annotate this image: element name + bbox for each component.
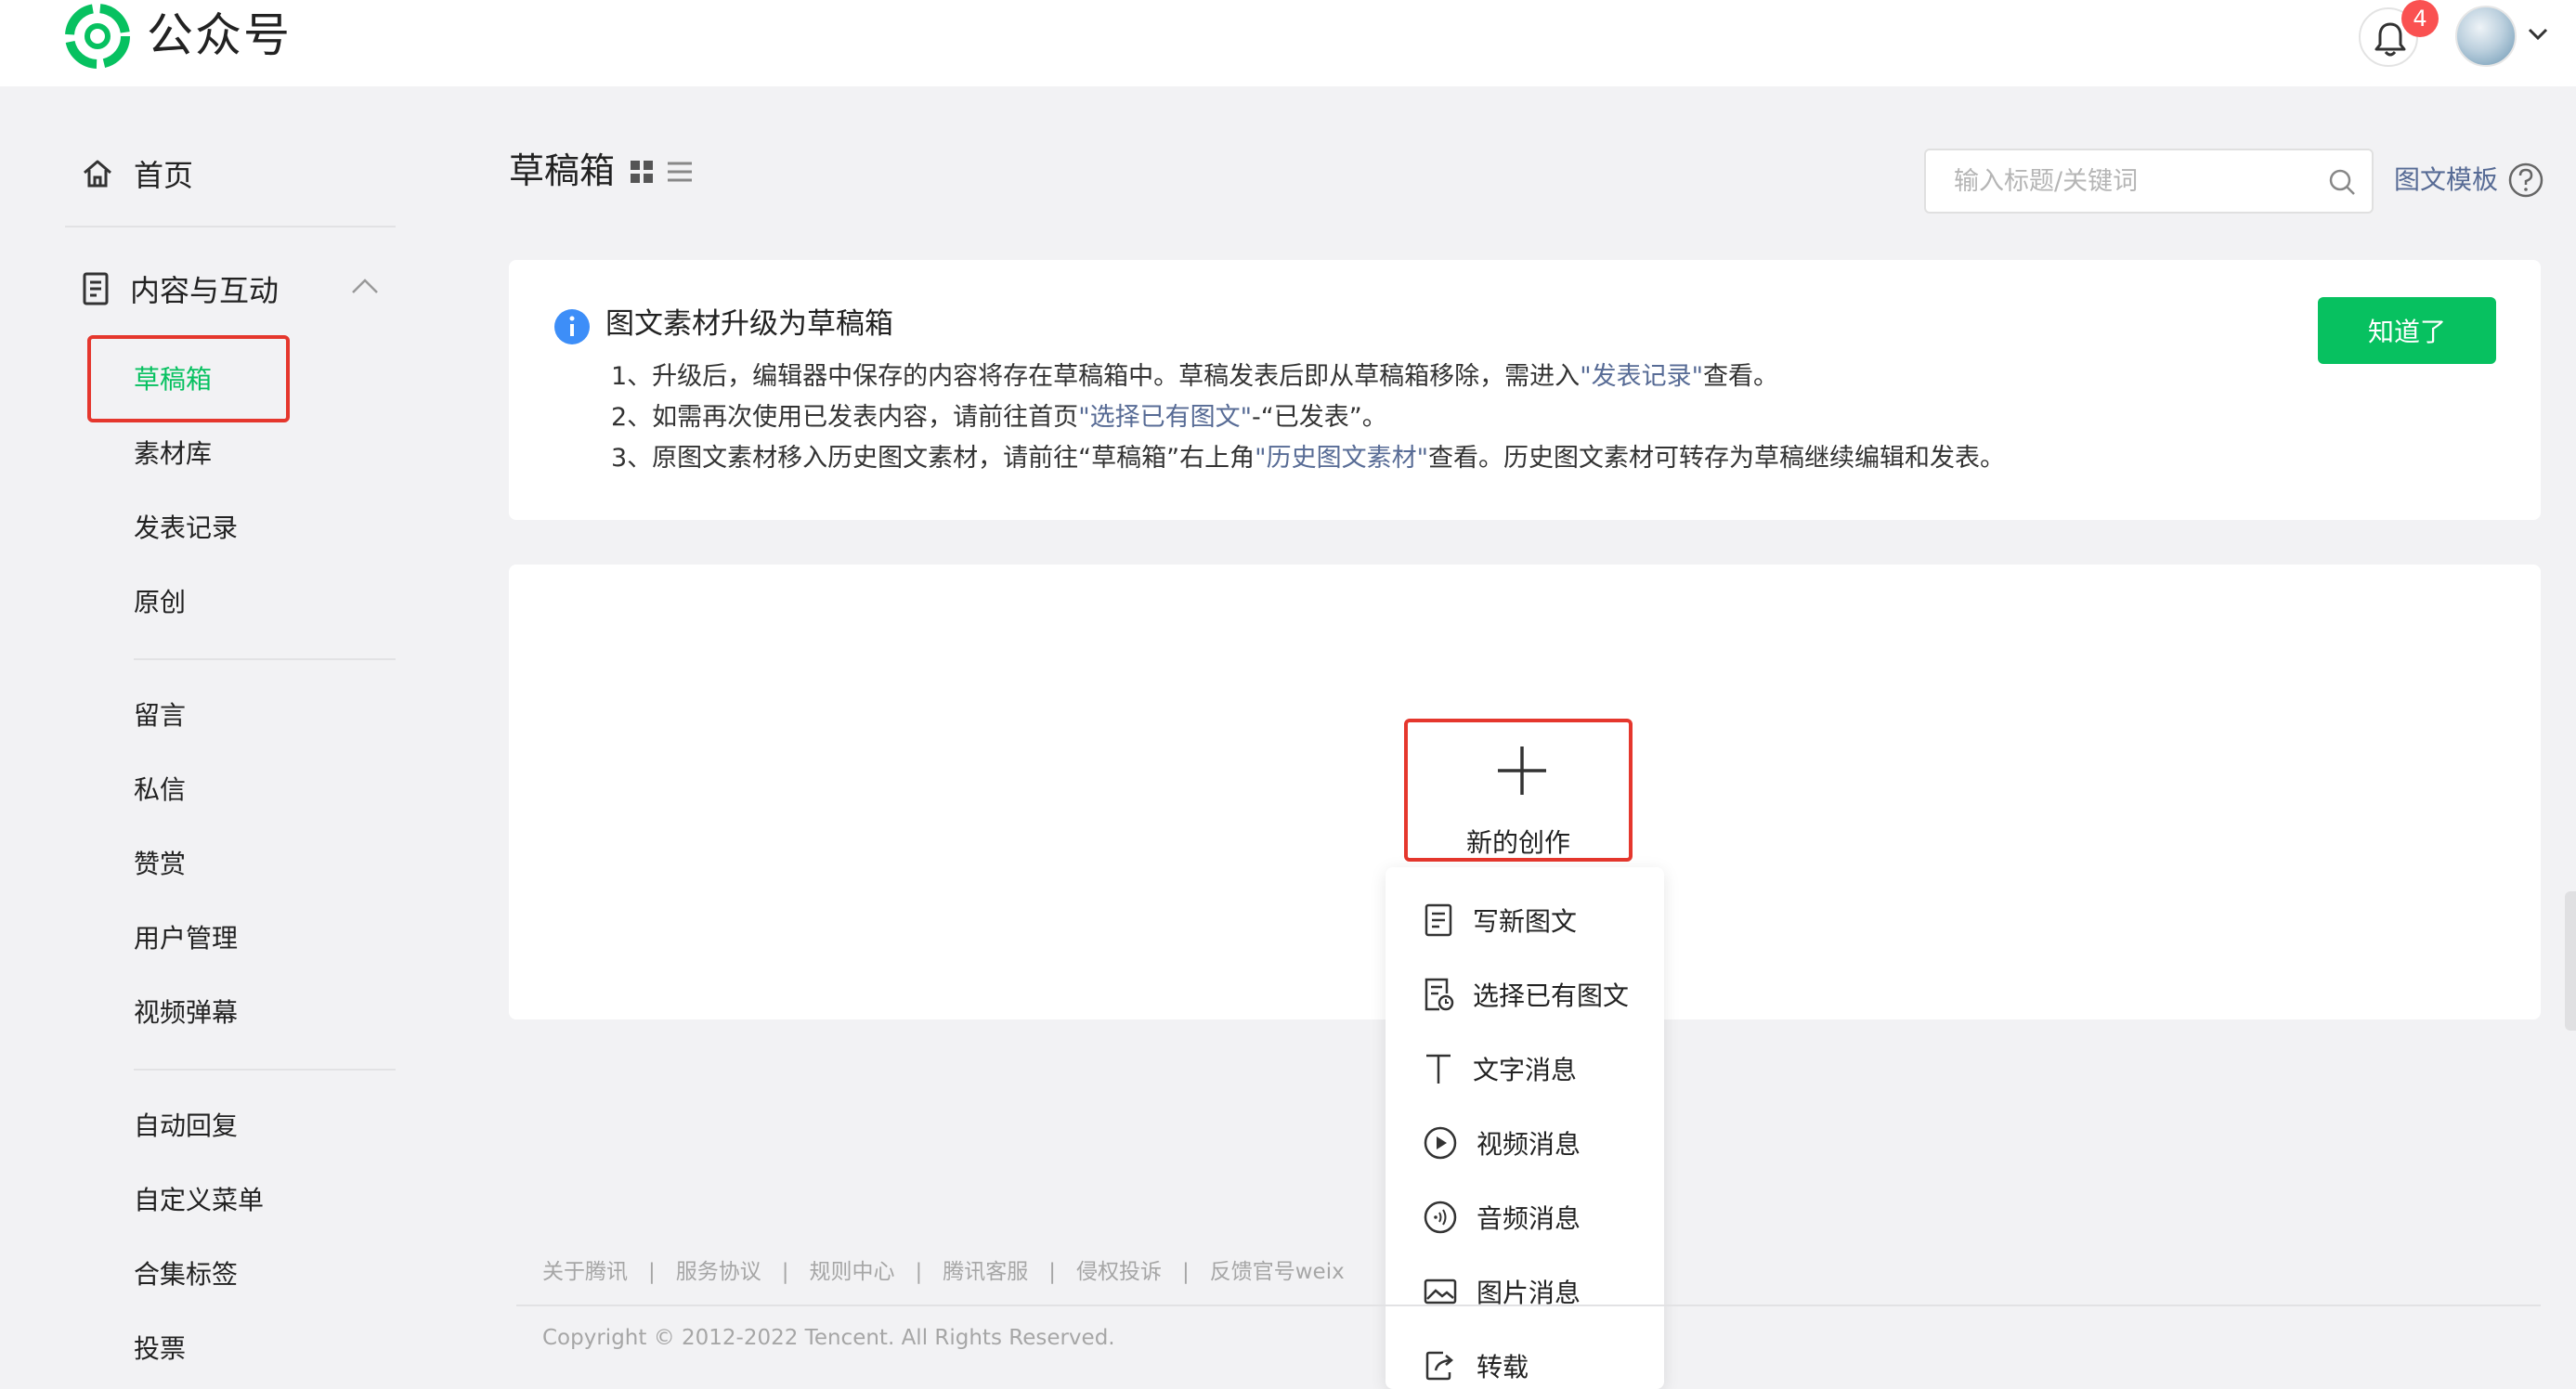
publish-history-link[interactable]: "发表记录"	[1580, 362, 1703, 391]
separator: |	[1048, 1260, 1056, 1284]
creation-menu: 写新图文 选择已有图文 文字消息 视频消息 音频消息 图片消息 转载	[1386, 867, 1664, 1389]
info-icon	[554, 309, 590, 344]
share-icon	[1425, 1351, 1453, 1381]
notice-text: -“已发表”。	[1252, 403, 1387, 432]
menu-item-label: 视频消息	[1477, 1129, 1581, 1160]
new-creation-label: 新的创作	[1465, 827, 1570, 858]
notice-text: 查看。	[1703, 362, 1779, 391]
play-icon	[1424, 1126, 1457, 1160]
top-bar: 公众号 4	[0, 0, 2576, 86]
avatar[interactable]	[2455, 6, 2517, 67]
divider	[134, 1069, 396, 1071]
footer-divider	[516, 1305, 2541, 1306]
sidebar-group-content[interactable]: 内容与互动	[82, 263, 388, 315]
doc-icon	[1425, 903, 1452, 937]
notice-line-3: 3、原图文素材移入历史图文素材，请前往“草稿箱”右上角"历史图文素材"查看。历史…	[611, 440, 2005, 477]
list-view-icon[interactable]	[667, 160, 693, 184]
sidebar-item-comments[interactable]: 留言	[134, 695, 186, 736]
drafts-highlight	[87, 335, 290, 422]
notice-text: 1、升级后，编辑器中保存的内容将存在草稿箱中。草稿发表后即从草稿箱移除，需进入	[611, 362, 1581, 391]
sidebar-item-auto-reply[interactable]: 自动回复	[134, 1106, 238, 1147]
notice-line-1: 1、升级后，编辑器中保存的内容将存在草稿箱中。草稿发表后即从草稿箱移除，需进入"…	[611, 358, 1778, 396]
separator: |	[648, 1260, 656, 1284]
text-icon	[1426, 1054, 1451, 1084]
audio-icon	[1424, 1201, 1457, 1234]
got-it-button[interactable]: 知道了	[2318, 297, 2496, 364]
menu-item-select-existing[interactable]: 选择已有图文	[1423, 971, 1629, 1018]
sidebar-item-vote[interactable]: 投票	[134, 1329, 186, 1370]
sidebar-item-publish-history[interactable]: 发表记录	[134, 508, 238, 549]
copyright: Copyright © 2012-2022 Tencent. All Right…	[542, 1326, 1115, 1350]
notice-text: 3、原图文素材移入历史图文素材，请前往“草稿箱”右上角	[611, 444, 1255, 473]
divider	[134, 658, 396, 660]
sidebar-item-original[interactable]: 原创	[134, 582, 186, 623]
sidebar-item-home[interactable]: 首页	[82, 148, 193, 200]
scrollbar[interactable]	[2565, 891, 2576, 1031]
separator: |	[1182, 1260, 1190, 1284]
chevron-down-icon[interactable]	[2528, 28, 2548, 41]
wechat-official-logo-icon[interactable]	[65, 4, 130, 69]
plus-icon	[1498, 746, 1546, 795]
divider	[65, 226, 396, 227]
menu-item-text-message[interactable]: 文字消息	[1423, 1045, 1577, 1092]
menu-item-repost[interactable]: 转载	[1423, 1343, 1529, 1389]
menu-item-label: 转载	[1477, 1352, 1529, 1383]
home-icon	[84, 160, 111, 188]
menu-item-label: 选择已有图文	[1473, 980, 1630, 1011]
sidebar: 首页 内容与互动 草稿箱 素材库 发表记录 原创 留言 私信 赞赏 用户管理 视…	[0, 86, 436, 1389]
template-link[interactable]: 图文模板	[2394, 160, 2498, 201]
sidebar-item-label: 首页	[134, 158, 194, 193]
sidebar-item-custom-menu[interactable]: 自定义菜单	[134, 1180, 264, 1221]
select-existing-link[interactable]: "选择已有图文"	[1078, 403, 1252, 432]
view-toggle	[630, 160, 693, 184]
footer-link-terms[interactable]: 服务协议	[676, 1260, 761, 1284]
menu-item-new-article[interactable]: 写新图文	[1423, 897, 1577, 943]
menu-item-video-message[interactable]: 视频消息	[1423, 1120, 1581, 1166]
help-icon[interactable]	[2507, 162, 2544, 199]
sidebar-item-messages[interactable]: 私信	[134, 770, 186, 811]
search-icon[interactable]	[2327, 167, 2357, 197]
footer-link-rules[interactable]: 规则中心	[810, 1260, 895, 1284]
upgrade-notice: 图文素材升级为草稿箱 1、升级后，编辑器中保存的内容将存在草稿箱中。草稿发表后即…	[509, 260, 2541, 520]
menu-item-image-message[interactable]: 图片消息	[1423, 1268, 1581, 1315]
new-creation-button[interactable]: 新的创作	[1404, 719, 1633, 862]
notice-line-2: 2、如需再次使用已发表内容，请前往首页"选择已有图文"-“已发表”。	[611, 399, 1387, 436]
notification-badge: 4	[2401, 0, 2439, 37]
menu-item-label: 写新图文	[1473, 906, 1578, 937]
search-input[interactable]	[1954, 160, 2307, 202]
footer-link-feedback[interactable]: 反馈官号weix	[1210, 1260, 1345, 1284]
separator: |	[781, 1260, 789, 1284]
doc-clock-icon	[1425, 978, 1454, 1011]
document-icon	[83, 272, 109, 305]
sidebar-item-rewards[interactable]: 赞赏	[134, 844, 186, 885]
grid-view-icon[interactable]	[630, 160, 654, 184]
page-title: 草稿箱	[509, 150, 616, 191]
menu-item-audio-message[interactable]: 音频消息	[1423, 1194, 1581, 1240]
sidebar-item-collection-tags[interactable]: 合集标签	[134, 1254, 238, 1295]
notice-text: 查看。历史图文素材可转存为草稿继续编辑和发表。	[1428, 444, 2005, 473]
footer-link-support[interactable]: 腾讯客服	[943, 1260, 1028, 1284]
chevron-up-icon	[352, 279, 378, 293]
notice-text: 2、如需再次使用已发表内容，请前往首页	[611, 403, 1079, 432]
footer-links: 关于腾讯 | 服务协议 | 规则中心 | 腾讯客服 | 侵权投诉 | 反馈官号weix	[542, 1253, 1386, 1285]
brand-title: 公众号	[147, 8, 292, 62]
menu-item-label: 音频消息	[1477, 1203, 1581, 1234]
bell-icon	[2374, 22, 2406, 57]
separator: |	[915, 1260, 923, 1284]
sidebar-group-label: 内容与互动	[130, 273, 280, 308]
search-box	[1924, 149, 2374, 214]
history-materials-link[interactable]: "历史图文素材"	[1255, 444, 1428, 473]
sidebar-item-users[interactable]: 用户管理	[134, 918, 238, 959]
notice-title: 图文素材升级为草稿箱	[605, 307, 893, 341]
sidebar-item-library[interactable]: 素材库	[134, 434, 212, 474]
sidebar-item-video-danmaku[interactable]: 视频弹幕	[134, 993, 238, 1033]
menu-item-label: 文字消息	[1473, 1055, 1578, 1085]
footer-link-about[interactable]: 关于腾讯	[542, 1260, 628, 1284]
footer-link-infringement[interactable]: 侵权投诉	[1076, 1260, 1162, 1284]
